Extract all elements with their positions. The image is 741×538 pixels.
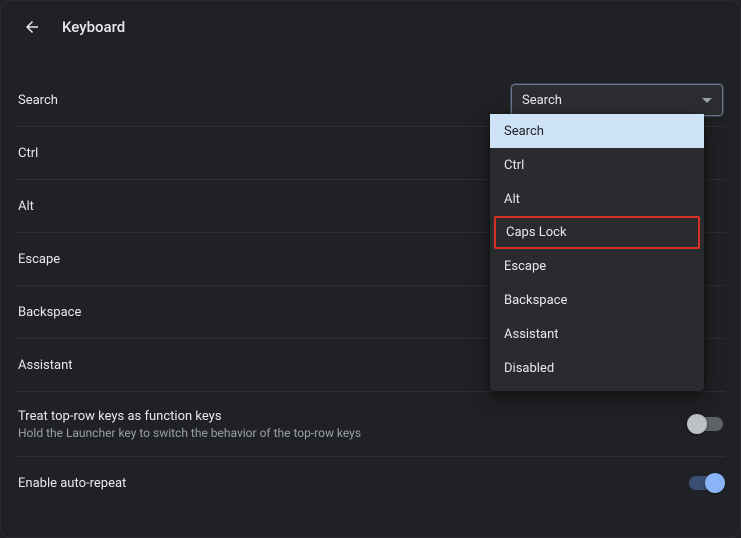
search-key-dropdown[interactable]: Search Ctrl Alt Caps Lock Escape Backspa…	[490, 114, 704, 391]
back-arrow-icon[interactable]	[22, 17, 42, 37]
row-label-search: Search	[18, 93, 58, 108]
caret-down-icon	[702, 98, 712, 103]
dropdown-item-ctrl[interactable]: Ctrl	[490, 148, 704, 182]
dropdown-item-capslock[interactable]: Caps Lock	[494, 216, 700, 249]
dropdown-item-assistant[interactable]: Assistant	[490, 317, 704, 351]
row-label-assistant: Assistant	[18, 358, 73, 373]
auto-repeat-label: Enable auto-repeat	[18, 476, 126, 491]
row-function-keys: Treat top-row keys as function keys Hold…	[16, 392, 725, 457]
toggle-knob	[705, 473, 725, 493]
row-label-ctrl: Ctrl	[18, 146, 38, 161]
dropdown-item-search[interactable]: Search	[490, 114, 704, 148]
function-keys-title: Treat top-row keys as function keys	[18, 409, 361, 424]
auto-repeat-toggle[interactable]	[689, 476, 723, 490]
select-value: Search	[522, 93, 562, 108]
row-label-alt: Alt	[18, 199, 34, 214]
dropdown-item-backspace[interactable]: Backspace	[490, 283, 704, 317]
settings-header: Keyboard	[0, 0, 741, 54]
row-label-escape: Escape	[18, 252, 60, 267]
dropdown-item-alt[interactable]: Alt	[490, 182, 704, 216]
dropdown-item-escape[interactable]: Escape	[490, 249, 704, 283]
page-title: Keyboard	[62, 18, 125, 36]
dropdown-item-disabled[interactable]: Disabled	[490, 351, 704, 385]
row-auto-repeat: Enable auto-repeat	[16, 457, 725, 509]
row-label-backspace: Backspace	[18, 305, 81, 320]
function-keys-toggle[interactable]	[689, 417, 723, 431]
function-keys-subtitle: Hold the Launcher key to switch the beha…	[18, 426, 361, 440]
search-key-select[interactable]: Search	[511, 84, 723, 116]
toggle-knob	[687, 414, 707, 434]
